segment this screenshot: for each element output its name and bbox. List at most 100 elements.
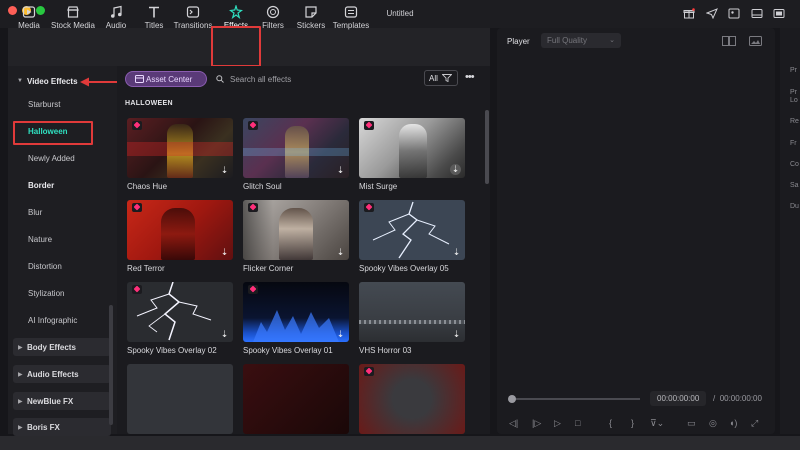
effect-thumbnail[interactable]: ⇣ — [359, 200, 465, 260]
asset-center-button[interactable]: Asset Center — [125, 71, 207, 87]
tab-templates[interactable]: Templates — [331, 3, 371, 36]
caret-right-icon: ▶ — [18, 345, 23, 351]
tab-stickers[interactable]: Stickers — [295, 3, 327, 36]
download-icon[interactable]: ⇣ — [220, 329, 229, 339]
fullscreen-icon[interactable]: ⤢ — [751, 418, 758, 429]
search-bar — [214, 72, 414, 86]
mark-in-icon[interactable]: { — [609, 418, 612, 428]
current-timecode: 00:00:00:00 — [650, 391, 706, 406]
sidebar-group-boris-fx[interactable]: ▶ Boris FX — [13, 418, 111, 436]
sidebar-scrollbar[interactable] — [109, 305, 113, 425]
gift-icon[interactable] — [683, 8, 695, 19]
stop-icon[interactable]: □ — [575, 418, 580, 428]
effect-thumbnail[interactable]: ⇣ — [243, 118, 349, 178]
premium-gem-icon — [248, 121, 258, 130]
sidebar-item-starburst[interactable]: Starburst — [8, 100, 117, 109]
step-back-icon[interactable]: ◁| — [509, 418, 518, 429]
effect-name: Spooky Vibes Overlay 01 — [243, 346, 333, 355]
effect-thumbnail[interactable]: ⇣ — [359, 118, 465, 178]
sidebar-group-body-effects[interactable]: ▶ Body Effects — [13, 338, 111, 356]
quality-dropdown[interactable]: Full Quality ⌄ — [541, 33, 621, 48]
thumbnail-figure — [161, 208, 195, 260]
sidebar-item-blur[interactable]: Blur — [8, 208, 117, 217]
playback-timeline[interactable] — [510, 398, 640, 400]
sidebar-group-audio-effects[interactable]: ▶ Audio Effects — [13, 365, 111, 383]
tab-titles[interactable]: Titles — [140, 3, 168, 36]
timeline-panel-edge — [0, 436, 800, 450]
annotation-box-effects — [211, 26, 261, 67]
property-label: Du — [790, 203, 799, 210]
volume-icon[interactable]: ◖) — [729, 418, 737, 428]
player-title: Player — [507, 37, 530, 46]
effect-thumbnail[interactable]: ⇣ — [127, 282, 233, 342]
property-label: Pr — [790, 89, 797, 96]
sidebar-item-ai-infographic[interactable]: AI Infographic — [8, 316, 117, 325]
download-icon[interactable]: ⇣ — [450, 164, 461, 175]
effect-name: VHS Horror 03 — [359, 346, 412, 355]
media-library-icon[interactable] — [728, 8, 740, 19]
caret-right-icon: ▶ — [18, 425, 23, 431]
filter-funnel-icon — [442, 74, 452, 82]
tab-media[interactable]: Media — [13, 3, 45, 36]
play-frame-icon[interactable]: |▷ — [532, 418, 541, 429]
download-icon[interactable]: ⇣ — [452, 247, 461, 257]
sidebar-group-newblue-fx[interactable]: ▶ NewBlue FX — [13, 392, 111, 410]
grid-view-icon[interactable] — [722, 36, 736, 46]
render-preview-icon[interactable]: ▭ — [687, 418, 696, 429]
search-input[interactable] — [230, 72, 410, 86]
tab-audio[interactable]: Audio — [102, 3, 130, 36]
property-label: Fr — [790, 140, 797, 147]
download-icon[interactable]: ⇣ — [336, 329, 345, 339]
tab-filters[interactable]: Filters — [260, 3, 286, 36]
marker-dropdown-icon[interactable]: ⊽⌄ — [650, 418, 664, 429]
snapshot-icon[interactable]: ◎ — [709, 418, 717, 429]
section-title: HALLOWEEN — [125, 100, 173, 107]
effect-thumbnail[interactable] — [243, 364, 349, 434]
download-icon[interactable]: ⇣ — [452, 329, 461, 339]
effect-name: Glitch Soul — [243, 182, 282, 191]
play-icon[interactable]: ▷ — [554, 418, 561, 429]
stickers-icon — [305, 6, 317, 18]
download-icon[interactable]: ⇣ — [336, 247, 345, 257]
caret-right-icon: ▶ — [18, 399, 23, 405]
templates-icon — [344, 6, 358, 18]
more-options-icon[interactable]: ••• — [465, 71, 479, 85]
tab-transitions[interactable]: Transitions — [173, 3, 213, 36]
sidebar-item-distortion[interactable]: Distortion — [8, 262, 117, 271]
effect-thumbnail[interactable]: ⇣ — [359, 282, 465, 342]
download-icon[interactable]: ⇣ — [220, 165, 229, 175]
effect-name: Flicker Corner — [243, 264, 294, 273]
effect-name: Red Terror — [127, 264, 165, 273]
effect-thumbnail[interactable]: ⇣ — [127, 200, 233, 260]
premium-gem-icon — [364, 367, 374, 376]
send-icon[interactable] — [706, 8, 718, 19]
sidebar-item-stylization[interactable]: Stylization — [8, 289, 117, 298]
filters-icon — [266, 5, 280, 19]
stock-media-icon — [67, 6, 79, 18]
sidebar-item-nature[interactable]: Nature — [8, 235, 117, 244]
filter-dropdown[interactable]: All — [424, 70, 458, 86]
window-icon[interactable] — [773, 8, 785, 19]
effect-thumbnail[interactable]: ⇣ — [243, 200, 349, 260]
property-label: Sa — [790, 182, 799, 189]
snapshot-image-icon[interactable] — [749, 36, 762, 46]
library-scrollbar[interactable] — [485, 110, 489, 184]
layout-icon[interactable] — [751, 8, 763, 19]
download-icon[interactable]: ⇣ — [336, 165, 345, 175]
sidebar-item-newly-added[interactable]: Newly Added — [8, 154, 117, 163]
caret-right-icon: ▶ — [18, 372, 23, 378]
effect-name: Spooky Vibes Overlay 05 — [359, 264, 449, 273]
annotation-box-halloween — [13, 121, 93, 145]
download-icon[interactable]: ⇣ — [220, 247, 229, 257]
effect-thumbnail[interactable]: ⇣ — [127, 118, 233, 178]
effect-thumbnail[interactable]: ⇣ — [243, 282, 349, 342]
thumbnail-overlay — [127, 142, 233, 156]
property-label: Re — [790, 118, 799, 125]
mark-out-icon[interactable]: } — [631, 418, 634, 428]
sidebar-item-border[interactable]: Border — [8, 181, 117, 190]
playhead-handle[interactable] — [508, 395, 516, 403]
tab-stock-media[interactable]: Stock Media — [48, 3, 98, 36]
effect-thumbnail[interactable] — [359, 364, 465, 434]
premium-gem-icon — [132, 203, 142, 212]
effect-thumbnail[interactable] — [127, 364, 233, 434]
